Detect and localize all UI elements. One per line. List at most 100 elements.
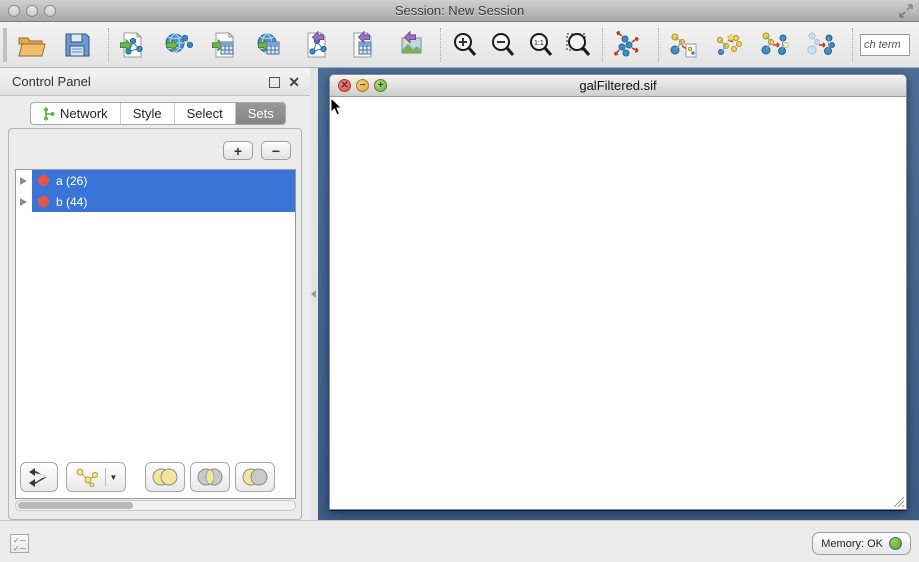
import-network-web-button[interactable] [162,29,196,63]
scrollbar-thumb[interactable] [18,502,133,509]
export-image-icon [394,30,424,63]
tab-sets[interactable]: Sets [236,103,286,124]
set-row-b[interactable]: b (44) [16,191,295,212]
app-titlebar: Session: New Session [0,0,919,22]
open-file-button[interactable] [14,29,48,63]
set-row-a[interactable]: a (26) [16,170,295,191]
zoom-out-button[interactable] [486,29,520,63]
set-union-button[interactable] [145,462,185,492]
venn-union-icon [151,467,179,487]
expand-triangle-icon[interactable] [20,198,27,206]
panel-divider[interactable] [310,68,318,520]
set-intersection-button[interactable] [190,462,230,492]
toolbar-separator [108,28,109,62]
select-faded-icon [806,30,836,63]
zoom-out-icon [488,30,518,63]
svg-text:1:1: 1:1 [534,40,544,47]
expand-triangle-icon[interactable] [20,177,27,185]
checklist-icon: ✓─✓─ [13,536,25,553]
set-difference-button[interactable] [235,462,275,492]
toolbar-drag-handle[interactable] [3,28,7,62]
split-sets-button[interactable] [20,462,58,492]
window-title: Session: New Session [0,3,919,18]
export-table-icon [348,30,378,63]
remove-set-button[interactable]: − [261,141,291,160]
select-from-icon [760,30,790,63]
save-session-button[interactable] [60,29,94,63]
select-stars-button[interactable] [712,29,746,63]
control-panel-header: Control Panel ✕ [0,68,310,96]
status-bar: ✓─✓─ Memory: OK [0,520,919,562]
export-network-icon [302,30,332,63]
export-network-button[interactable] [300,29,334,63]
set-color-dot-icon [38,196,49,207]
toolbar-separator [440,28,441,62]
resize-grip-icon[interactable] [892,495,904,507]
network-desktop: ✕ − + galFiltered.sif [318,68,919,520]
dropdown-arrow-icon[interactable]: ▼ [110,473,118,482]
close-panel-icon[interactable]: ✕ [288,75,300,89]
network-view-window[interactable]: ✕ − + galFiltered.sif [329,74,907,510]
tab-network[interactable]: Network [31,103,121,124]
collapse-panel-icon[interactable] [311,290,316,298]
toolbar-separator [602,28,603,62]
control-panel-tabs: Network Style Select Sets [30,102,286,125]
control-panel-title: Control Panel [12,74,91,89]
network-tab-icon [43,107,55,121]
open-file-icon [16,30,46,63]
mouse-cursor [330,97,343,116]
network-window-title: galFiltered.sif [330,78,906,93]
memory-ok-dot-icon [889,537,902,550]
set-color-dot-icon [38,175,49,186]
venn-difference-icon [241,467,269,487]
sets-horizontal-scrollbar[interactable] [15,500,296,511]
split-arrows-icon [28,467,50,487]
task-history-button[interactable]: ✓─✓─ [10,534,29,553]
create-set-from-network-button[interactable]: ▼ [66,462,126,492]
select-from-button[interactable] [758,29,792,63]
yellow-network-icon [75,467,99,487]
tab-select[interactable]: Select [175,103,236,124]
main-toolbar: 1:1? [0,22,919,68]
search-input[interactable] [860,34,910,56]
edge-layer [330,97,906,509]
fullscreen-icon[interactable] [899,4,913,18]
sets-list: a (26) b (44) [15,169,296,499]
export-table-button[interactable] [346,29,380,63]
select-stars-icon [714,30,744,63]
zoom-in-button[interactable] [448,29,482,63]
layout-button[interactable] [610,29,644,63]
button-divider [105,468,106,486]
float-panel-icon[interactable] [269,77,280,88]
import-network-file-button[interactable] [116,29,150,63]
set-label: a (26) [56,174,87,188]
select-faded-button[interactable] [804,29,838,63]
zoom-actual-button[interactable]: 1:1 [524,29,558,63]
export-image-button[interactable] [392,29,426,63]
save-session-icon [62,30,92,63]
import-network-file-icon [118,30,148,63]
copy-view-button[interactable] [666,29,700,63]
zoom-fit-button[interactable] [562,29,596,63]
zoom-fit-icon [564,30,594,63]
layout-icon [612,30,642,63]
import-table-web-button[interactable] [254,29,288,63]
zoom-actual-icon: 1:1 [526,30,556,63]
copy-view-icon [668,30,698,63]
import-network-web-icon [164,30,194,63]
memory-status-button[interactable]: Memory: OK [812,532,911,555]
memory-status-label: Memory: OK [821,538,883,550]
add-set-button[interactable]: + [223,141,253,160]
toolbar-separator [658,28,659,62]
import-table-file-button[interactable] [208,29,242,63]
zoom-in-icon [450,30,480,63]
network-canvas[interactable] [330,97,906,509]
import-table-web-icon [256,30,286,63]
tab-style[interactable]: Style [121,103,175,124]
venn-intersection-icon [196,467,224,487]
set-label: b (44) [56,195,87,209]
toolbar-separator [852,28,853,62]
import-table-file-icon [210,30,240,63]
network-window-titlebar[interactable]: ✕ − + galFiltered.sif [330,75,906,97]
control-panel: Control Panel ✕ Network Style Select Set… [0,68,310,520]
